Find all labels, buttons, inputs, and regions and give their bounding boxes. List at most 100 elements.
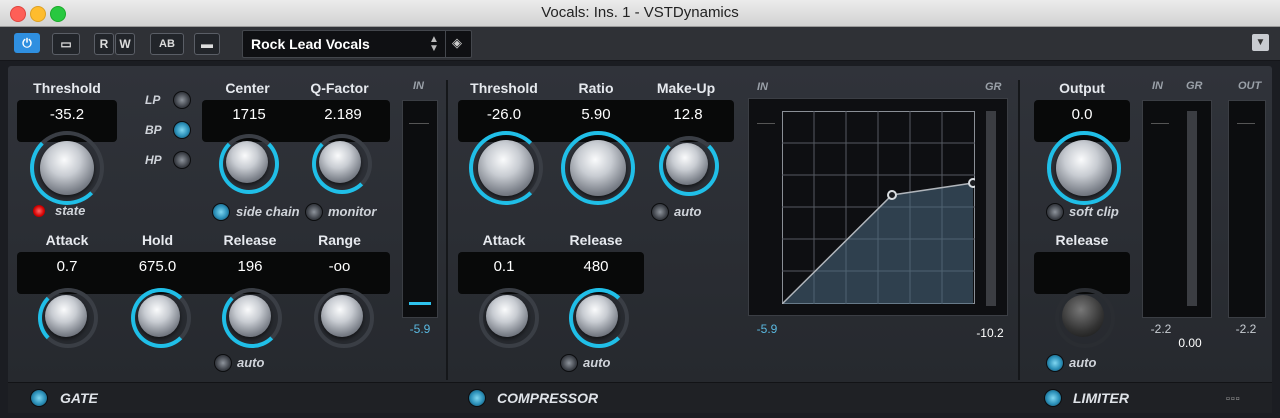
write-automation-button[interactable]: W: [115, 33, 135, 55]
gate-release-value: 196: [237, 258, 263, 275]
soft-clip-label: soft clip: [1069, 204, 1119, 219]
comp-makeup-label: Make-Up: [656, 80, 716, 96]
bypass-icon: ▭: [60, 37, 72, 51]
limiter-in-value: -2.2: [1150, 322, 1172, 336]
gate-auto-label: auto: [237, 355, 265, 370]
qfactor-knob[interactable]: [319, 141, 361, 183]
graph-gr-value: -10.2: [976, 326, 1004, 340]
qfactor-label: Q-Factor: [310, 80, 369, 96]
comp-release-value: 480: [583, 258, 609, 275]
gate-hold-value: 675.0: [138, 258, 177, 275]
comp-threshold-knob[interactable]: [478, 140, 534, 196]
graph-in-value: -5.9: [756, 322, 778, 336]
gate-meter-value: -5.9: [409, 322, 431, 336]
gate-threshold-label: Threshold: [33, 80, 101, 96]
gate-attack-value: 0.7: [56, 258, 78, 275]
preset-icon: ▬: [201, 37, 213, 51]
gate-filter-display: 1715 2.189: [202, 100, 390, 142]
gate-range-value: -oo: [328, 258, 351, 275]
gate-input-meter: [402, 100, 438, 318]
bp-label: BP: [145, 123, 162, 137]
gate-state-led: [33, 205, 45, 217]
gate-power-toggle[interactable]: [30, 389, 48, 407]
limiter-output-label: Output: [1059, 80, 1105, 96]
gate-range-label: Range: [318, 232, 361, 248]
comp-makeup-knob[interactable]: [666, 143, 708, 185]
limiter-release-knob[interactable]: [1062, 295, 1104, 337]
comp-makeup-value: 12.8: [673, 106, 703, 123]
gate-threshold-knob[interactable]: [40, 141, 94, 195]
center-knob[interactable]: [226, 141, 268, 183]
comp-threshold-label: Threshold: [470, 80, 538, 96]
limiter-out-label: OUT: [1238, 80, 1262, 92]
comp-ratio-value: 5.90: [581, 106, 611, 123]
comp-threshold-value: -26.0: [486, 106, 522, 123]
gate-hold-knob[interactable]: [138, 295, 180, 337]
side-chain-label: side chain: [236, 204, 300, 219]
gate-range-knob[interactable]: [321, 295, 363, 337]
window-title: Vocals: Ins. 1 - VSTDynamics: [541, 4, 739, 21]
comp-ratio-label: Ratio: [578, 80, 614, 96]
comp-ratio-knob[interactable]: [570, 140, 626, 196]
gate-meter-in-label: IN: [413, 80, 424, 92]
routing-icon[interactable]: ▫▫▫: [1226, 393, 1241, 405]
gate-attack-label: Attack: [45, 232, 89, 248]
title-bar: Vocals: Ins. 1 - VSTDynamics: [0, 0, 1280, 27]
graph-in-label: IN: [757, 81, 768, 93]
lp-filter-toggle[interactable]: [173, 91, 191, 109]
gate-meter-level: [409, 302, 431, 305]
ab-compare-button[interactable]: AB: [150, 33, 184, 55]
limiter-section-label: LIMITER: [1073, 390, 1129, 406]
comp-attack-label: Attack: [482, 232, 526, 248]
ratio-point[interactable]: [968, 178, 975, 188]
preset-browser-icon[interactable]: ◈: [452, 35, 462, 51]
limiter-gr-bar: [1187, 111, 1197, 306]
compression-curve-display: IN GR: [748, 81, 1008, 316]
preset-selector[interactable]: Rock Lead Vocals ▲ ▼ ◈: [242, 30, 472, 58]
center-label: Center: [225, 80, 270, 96]
limiter-gr-value: 0.00: [1178, 336, 1202, 350]
comp-attack-knob[interactable]: [486, 295, 528, 337]
monitor-toggle[interactable]: [305, 203, 323, 221]
limiter-output-value: 0.0: [1071, 106, 1093, 123]
gate-release-knob[interactable]: [229, 295, 271, 337]
limiter-out-value: -2.2: [1235, 322, 1257, 336]
comp-release-knob[interactable]: [576, 295, 618, 337]
gate-state-label: state: [55, 203, 86, 218]
gate-hold-label: Hold: [141, 232, 174, 248]
chevron-down-icon[interactable]: ▼: [1252, 34, 1269, 51]
lp-label: LP: [145, 93, 161, 107]
limiter-power-toggle[interactable]: [1044, 389, 1062, 407]
gate-auto-toggle[interactable]: [214, 354, 232, 372]
preset-stepper-icon[interactable]: ▲ ▼: [429, 35, 439, 54]
gate-section-label: GATE: [60, 390, 98, 406]
read-automation-button[interactable]: R: [94, 33, 114, 55]
limiter-in-gr-meter: [1142, 100, 1212, 318]
side-chain-toggle[interactable]: [212, 203, 230, 221]
power-icon: ⏻: [22, 36, 32, 50]
center-value: 1715: [232, 106, 266, 123]
monitor-label: monitor: [328, 204, 377, 219]
limiter-out-meter: [1228, 100, 1266, 318]
preset-manager-button[interactable]: ▬: [194, 33, 220, 55]
power-button[interactable]: ⏻: [14, 33, 40, 53]
gate-attack-knob[interactable]: [45, 295, 87, 337]
hp-label: HP: [145, 153, 162, 167]
comp-release-auto-toggle[interactable]: [560, 354, 578, 372]
gate-threshold-value: -35.2: [49, 106, 85, 123]
limiter-output-knob[interactable]: [1056, 140, 1112, 196]
hp-filter-toggle[interactable]: [173, 151, 191, 169]
limiter-auto-toggle[interactable]: [1046, 354, 1064, 372]
plugin-toolbar: ⏻ ▭ R W AB ▬ Rock Lead Vocals ▲ ▼ ◈ ▼: [0, 27, 1280, 61]
threshold-point[interactable]: [887, 190, 897, 200]
transfer-curve-graph[interactable]: [782, 111, 975, 304]
bp-filter-toggle[interactable]: [173, 121, 191, 139]
comp-attack-value: 0.1: [493, 258, 515, 275]
compressor-section-label: COMPRESSOR: [497, 390, 599, 406]
compressor-power-toggle[interactable]: [468, 389, 486, 407]
comp-makeup-auto-toggle[interactable]: [651, 203, 669, 221]
soft-clip-toggle[interactable]: [1046, 203, 1064, 221]
comp-release-auto-label: auto: [583, 355, 611, 370]
preset-name: Rock Lead Vocals: [251, 36, 370, 52]
bypass-button[interactable]: ▭: [52, 33, 80, 55]
